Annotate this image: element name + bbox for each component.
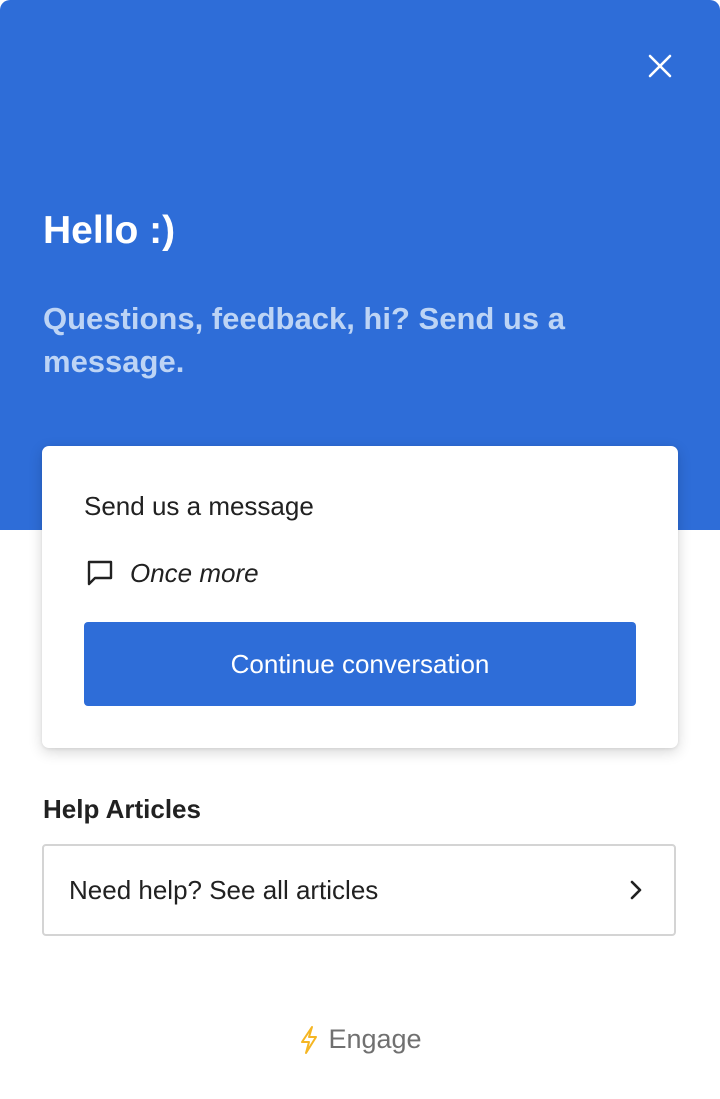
last-conversation-preview: Once more xyxy=(130,557,259,588)
chevron-right-icon xyxy=(630,880,642,900)
chat-bubble-icon xyxy=(87,560,113,586)
last-conversation[interactable]: Once more xyxy=(84,556,259,590)
message-card-title: Send us a message xyxy=(84,491,314,521)
message-card: Send us a message Once more Continue con… xyxy=(42,446,678,748)
see-all-articles-link[interactable]: Need help? See all articles xyxy=(42,844,676,936)
brand-name: Engage xyxy=(328,1024,422,1054)
powered-by[interactable]: Engage xyxy=(0,1024,720,1055)
chat-widget: Hello :) Questions, feedback, hi? Send u… xyxy=(0,0,720,1099)
lightning-bolt-icon xyxy=(301,1025,318,1054)
continue-conversation-button[interactable]: Continue conversation xyxy=(84,622,636,706)
intro-text: Questions, feedback, hi? Send us a messa… xyxy=(43,301,565,379)
see-all-articles-label: Need help? See all articles xyxy=(69,874,379,905)
close-button[interactable] xyxy=(640,46,680,86)
help-articles-title: Help Articles xyxy=(43,794,201,824)
greeting-title: Hello :) xyxy=(43,209,176,252)
close-icon[interactable] xyxy=(646,52,674,80)
